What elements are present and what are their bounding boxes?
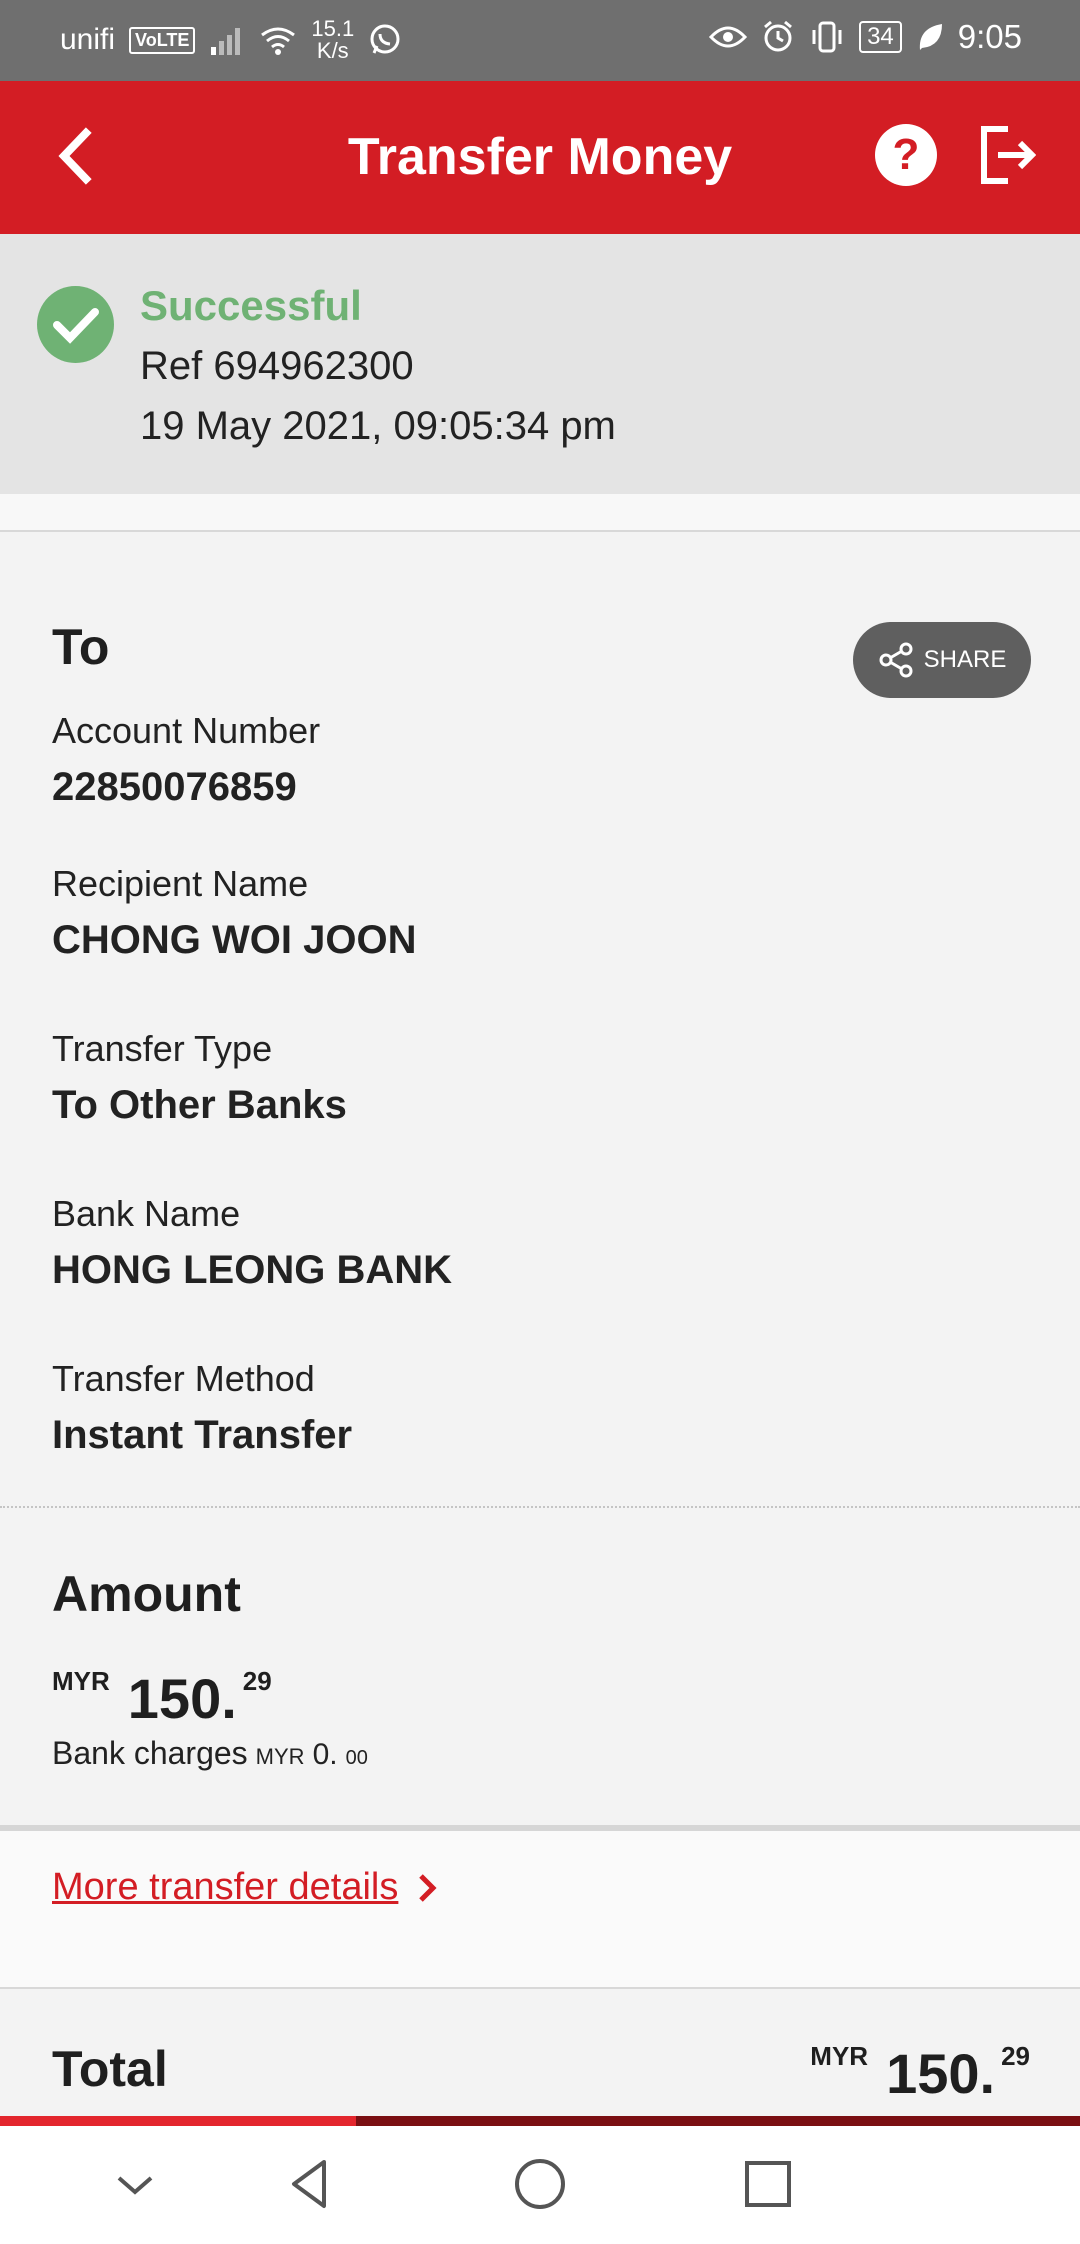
system-nav-bar [0, 2126, 1080, 2244]
logout-icon [981, 126, 1037, 184]
recipient-name-value: CHONG WOI JOON [52, 918, 417, 962]
volte-badge: VoLTE [129, 26, 196, 54]
chevron-down-icon [117, 2176, 153, 2195]
account-number-label: Account Number [52, 710, 321, 751]
square-recents-icon [745, 2161, 791, 2207]
share-label: SHARE [923, 646, 1007, 673]
transaction-status-panel: Successful Ref 694962300 19 May 2021, 09… [0, 234, 1080, 494]
vibrate-icon [812, 21, 842, 53]
status-label: Successful [140, 282, 362, 329]
share-icon [879, 642, 913, 678]
transfer-method-value: Instant Transfer [52, 1413, 353, 1457]
total-value: MYR 150. 29 [810, 2035, 1030, 2106]
alarm-icon [764, 20, 793, 52]
bank-charges-decimal: 00 [345, 1747, 368, 1769]
status-bar-left: unifi VoLTE 15.1 K/s [60, 18, 402, 62]
status-bar: unifi VoLTE 15.1 K/s 34 9:05 [0, 0, 1080, 81]
reference-number: Ref 694962300 [140, 344, 414, 388]
amount-decimal: 29 [242, 1666, 272, 1696]
more-transfer-details-link[interactable]: More transfer details [52, 1866, 438, 1909]
recipient-name-label: Recipient Name [52, 863, 309, 904]
status-bar-right: 34 9:05 [709, 18, 1022, 56]
bank-charges-whole: 0. [312, 1738, 338, 1771]
bank-charges: Bank charges MYR 0. 00 [52, 1735, 368, 1772]
chevron-right-icon [419, 1873, 437, 1902]
transfer-method-label: Transfer Method [52, 1358, 315, 1399]
circle-home-icon [515, 2159, 565, 2209]
progress-bar-fill [0, 2116, 357, 2126]
nav-back-button[interactable] [280, 2154, 340, 2214]
clock-time: 9:05 [957, 18, 1022, 55]
bank-charges-label: Bank charges [52, 1735, 248, 1771]
amount-whole: 150. [127, 1667, 237, 1730]
transfer-type-label: Transfer Type [52, 1028, 273, 1069]
wifi-icon [261, 27, 296, 55]
network-speed: 15.1 K/s [311, 18, 354, 62]
help-button[interactable]: ? [875, 124, 937, 186]
carrier-name: unifi [60, 23, 116, 56]
signal-icon [211, 28, 241, 55]
transfer-type-value: To Other Banks [52, 1083, 347, 1127]
triangle-back-icon [292, 2160, 326, 2208]
total-decimal: 29 [1001, 2041, 1030, 2071]
network-speed-value: 15.1 [311, 16, 355, 41]
transaction-datetime: 19 May 2021, 09:05:34 pm [140, 404, 616, 448]
section-divider [0, 494, 1080, 532]
app-header: Transfer Money ? [0, 81, 1080, 234]
eye-icon [709, 26, 748, 48]
account-number-value: 22850076859 [52, 765, 297, 809]
nav-recents-button[interactable] [738, 2154, 798, 2214]
amount-heading: Amount [52, 1566, 241, 1622]
more-details-section: More transfer details [0, 1831, 1080, 1989]
leaf-icon [919, 24, 942, 50]
nav-hide-button[interactable] [105, 2154, 165, 2214]
amount-value: MYR 150. 29 [52, 1660, 272, 1731]
share-button[interactable]: SHARE [853, 622, 1031, 698]
bank-name-value: HONG LEONG BANK [52, 1248, 452, 1292]
whatsapp-icon [370, 24, 400, 54]
total-whole: 150. [886, 2042, 996, 2105]
dotted-divider [0, 1506, 1080, 1508]
bank-name-label: Bank Name [52, 1193, 241, 1234]
battery-level: 34 [859, 21, 902, 53]
to-heading: To [52, 619, 110, 675]
help-icon: ? [892, 130, 920, 179]
progress-bar [0, 2116, 1080, 2126]
logout-button[interactable] [978, 121, 1037, 189]
total-label: Total [52, 2041, 168, 2097]
more-transfer-details-label: More transfer details [52, 1866, 399, 1908]
amount-currency: MYR [52, 1666, 110, 1696]
total-currency: MYR [810, 2041, 869, 2071]
nav-home-button[interactable] [510, 2154, 570, 2214]
network-speed-unit: K/s [316, 38, 349, 63]
bank-charges-currency: MYR [255, 1744, 305, 1769]
check-circle-icon [37, 286, 114, 363]
